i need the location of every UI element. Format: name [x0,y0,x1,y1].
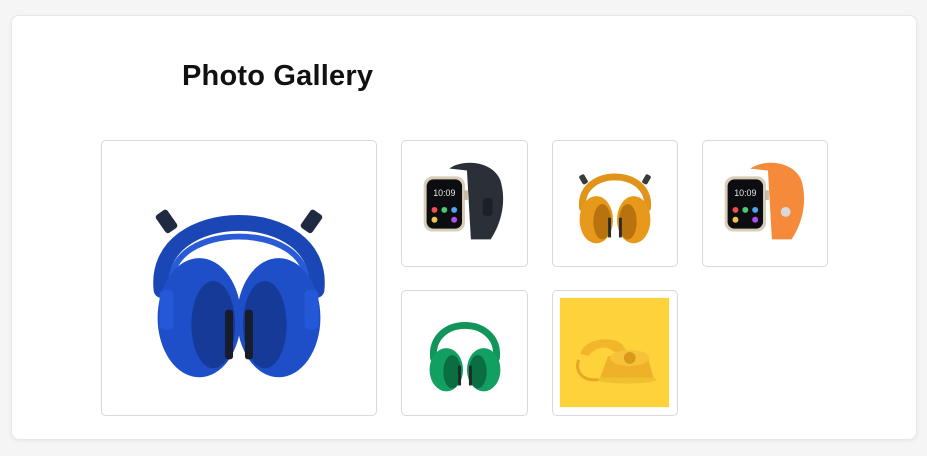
watch-time-label: 10:09 [734,188,756,198]
thumbnail-yellow-telephone[interactable] [552,290,678,416]
blue-headphones-image [153,209,325,378]
gallery-title: Photo Gallery [182,60,374,92]
green-headphones-image [429,322,501,392]
thumbnail-green-headphones[interactable] [401,290,528,416]
orange-watch-image: 10:09 [724,162,805,240]
watch-time-label: 10:09 [433,188,455,198]
thumbnail-watch-orange[interactable]: 10:09 [702,140,828,267]
thumbnail-orange-headphones[interactable] [552,140,678,267]
dark-watch-image: 10:09 [423,162,504,240]
yellow-telephone-image [559,297,670,408]
orange-headphones-image [579,173,651,244]
thumbnail-watch-dark[interactable]: 10:09 [401,140,528,267]
main-image[interactable] [101,140,377,416]
